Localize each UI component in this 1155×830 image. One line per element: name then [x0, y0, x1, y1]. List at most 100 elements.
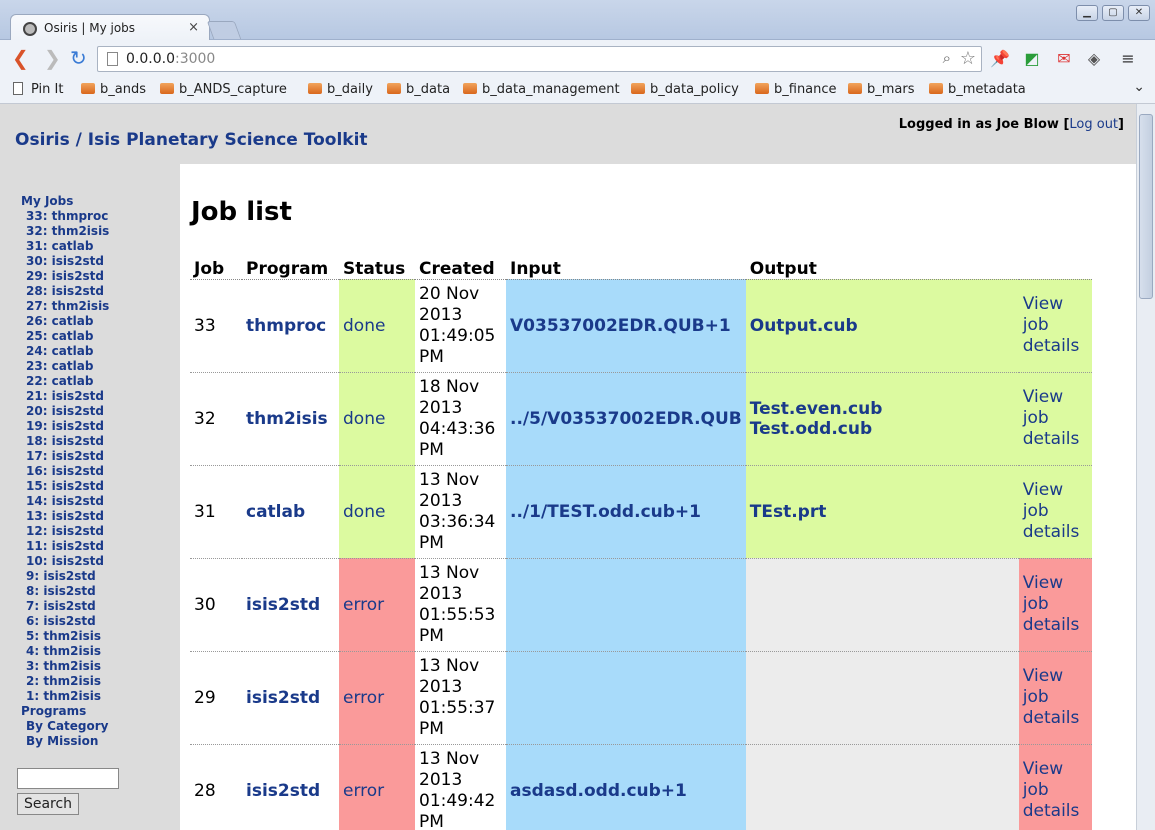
browser-tab[interactable]: Osiris | My jobs × [10, 14, 210, 41]
sidebar-job-link[interactable]: 7: isis2std [26, 599, 96, 613]
view-link-text: job [1022, 408, 1049, 428]
sidebar-job-link[interactable]: 26: catlab [26, 314, 93, 328]
my-jobs-link[interactable]: My Jobs [21, 194, 73, 208]
input-file-link[interactable]: V03537002EDR.QUB+1 [510, 316, 731, 336]
bookmark-folder[interactable]: b_metadata [929, 82, 1026, 97]
by-category-link[interactable]: By Category [26, 719, 109, 733]
minimize-button[interactable]: ▁ [1076, 5, 1098, 21]
sidebar-job-link[interactable]: 19: isis2std [26, 419, 104, 433]
sidebar-job-link[interactable]: 8: isis2std [26, 584, 96, 598]
sidebar-job-link[interactable]: 12: isis2std [26, 524, 104, 538]
bookmark-folder[interactable]: b_data [387, 82, 450, 97]
bookmark-folder[interactable]: b_ANDS_capture [160, 82, 287, 97]
sidebar-job-link[interactable]: 16: isis2std [26, 464, 104, 478]
bookmark-folder[interactable]: b_data_management [463, 82, 620, 97]
status-badge: error [343, 687, 385, 708]
by-mission-link[interactable]: By Mission [26, 734, 98, 748]
bookmark-folder[interactable]: b_ands [81, 82, 146, 97]
sidebar-job-link[interactable]: 18: isis2std [26, 434, 104, 448]
sidebar-job-link[interactable]: 22: catlab [26, 374, 93, 388]
search-button[interactable]: Search [17, 793, 79, 815]
bookmark-folder[interactable]: b_daily [308, 82, 373, 97]
search-input[interactable] [17, 768, 119, 789]
logout-link[interactable]: Log out [1069, 117, 1118, 132]
programs-link[interactable]: Programs [21, 704, 86, 718]
sidebar-job-link[interactable]: 15: isis2std [26, 479, 104, 493]
bookmark-folder[interactable]: b_data_policy [631, 82, 739, 97]
program-link[interactable]: isis2std [246, 688, 320, 708]
sidebar-job-link[interactable]: 2: thm2isis [26, 674, 101, 688]
sidebar-job-link[interactable]: 28: isis2std [26, 284, 104, 298]
bookmark-pin-it[interactable]: Pin It [13, 82, 63, 97]
sidebar-job-link[interactable]: 6: isis2std [26, 614, 96, 628]
site-title[interactable]: Osiris / Isis Planetary Science Toolkit [15, 130, 368, 150]
output-file-link[interactable]: TEst.prt [750, 502, 1015, 522]
view-job-details-link[interactable]: View job details [1023, 294, 1088, 357]
extension-icon[interactable]: ◩ [1022, 49, 1042, 69]
sidebar-job-link[interactable]: 11: isis2std [26, 539, 104, 553]
sidebar-job-link[interactable]: 33: thmproc [26, 209, 108, 223]
sidebar-job-link[interactable]: 1: thm2isis [26, 689, 101, 703]
gmail-icon[interactable]: ✉ [1054, 49, 1074, 69]
bookmark-folder[interactable]: b_mars [848, 82, 915, 97]
input-file-link[interactable]: ../1/TEST.odd.cub+1 [510, 502, 701, 522]
sidebar-job-link[interactable]: 10: isis2std [26, 554, 104, 568]
menu-icon[interactable]: ≡ [1118, 49, 1138, 69]
sidebar-job-link[interactable]: 5: thm2isis [26, 629, 101, 643]
sidebar-job-link[interactable]: 30: isis2std [26, 254, 104, 268]
scrollbar-thumb[interactable] [1139, 114, 1153, 299]
created-text: 01:55:37 [419, 697, 496, 718]
maximize-button[interactable]: ▢ [1102, 5, 1124, 21]
tab-close-icon[interactable]: × [188, 20, 199, 35]
sidebar-job-link[interactable]: 24: catlab [26, 344, 93, 358]
view-job-details-link[interactable]: View job details [1023, 387, 1088, 450]
program-link[interactable]: isis2std [246, 595, 320, 615]
view-job-details-link[interactable]: View job details [1023, 759, 1088, 822]
tag-extension-icon[interactable]: ◈ [1084, 49, 1104, 69]
url-text[interactable]: 0.0.0.0:3000 [126, 51, 215, 67]
program-link[interactable]: catlab [246, 502, 305, 522]
sidebar-job-link[interactable]: 17: isis2std [26, 449, 104, 463]
close-window-button[interactable]: ✕ [1128, 5, 1150, 21]
sidebar-job-link[interactable]: 29: isis2std [26, 269, 104, 283]
program-link[interactable]: thm2isis [246, 409, 328, 429]
sidebar-job-link[interactable]: 9: isis2std [26, 569, 96, 583]
view-link-text: details [1022, 801, 1080, 821]
reload-icon[interactable]: ↻ [70, 48, 87, 68]
program-link[interactable]: thmproc [246, 316, 326, 336]
chevron-down-icon[interactable]: ⌄ [1133, 79, 1145, 95]
view-link-text: job [1022, 501, 1049, 521]
forward-icon[interactable]: ❯ [44, 48, 61, 68]
sidebar-job-link[interactable]: 27: thm2isis [26, 299, 109, 313]
output-file-link[interactable]: Test.odd.cub [750, 419, 1015, 439]
zoom-icon[interactable]: ⌕ [943, 49, 951, 67]
sidebar-job-link[interactable]: 14: isis2std [26, 494, 104, 508]
pin-extension-icon[interactable]: 📌 [990, 49, 1010, 69]
sidebar-job-link[interactable]: 13: isis2std [26, 509, 104, 523]
sidebar-job-link[interactable]: 32: thm2isis [26, 224, 109, 238]
sidebar-job-link[interactable]: 21: isis2std [26, 389, 104, 403]
view-job-details-link[interactable]: View job details [1023, 666, 1088, 729]
sidebar-job-link[interactable]: 4: thm2isis [26, 644, 101, 658]
view-job-details-link[interactable]: View job details [1023, 480, 1088, 543]
input-file-link[interactable]: ../5/V03537002EDR.QUB [510, 409, 742, 429]
sidebar-job-link[interactable]: 25: catlab [26, 329, 93, 343]
sidebar-job-link[interactable]: 31: catlab [26, 239, 93, 253]
view-link-text: View [1022, 666, 1064, 686]
input-file-link[interactable]: asdasd.odd.cub+1 [510, 781, 687, 801]
back-icon[interactable]: ❮ [12, 48, 29, 68]
output-file-link[interactable]: Test.even.cub [750, 399, 1015, 419]
sidebar-job-link[interactable]: 23: catlab [26, 359, 93, 373]
page-icon [13, 82, 23, 95]
view-job-details-link[interactable]: View job details [1023, 573, 1088, 636]
vertical-scrollbar[interactable] [1136, 104, 1155, 830]
program-link[interactable]: isis2std [246, 781, 320, 801]
bookmark-star-icon[interactable]: ☆ [960, 48, 976, 69]
sidebar-job-link[interactable]: 20: isis2std [26, 404, 104, 418]
new-tab-button[interactable] [206, 21, 242, 39]
sidebar-job-link[interactable]: 3: thm2isis [26, 659, 101, 673]
output-file-link[interactable]: Output.cub [750, 316, 1015, 336]
address-bar[interactable]: 0.0.0.0:3000 ⌕ ☆ [97, 46, 982, 72]
sidebar: My Jobs 33: thmproc 32: thm2isis 31: catla… [0, 164, 180, 830]
bookmark-folder[interactable]: b_finance [755, 82, 837, 97]
